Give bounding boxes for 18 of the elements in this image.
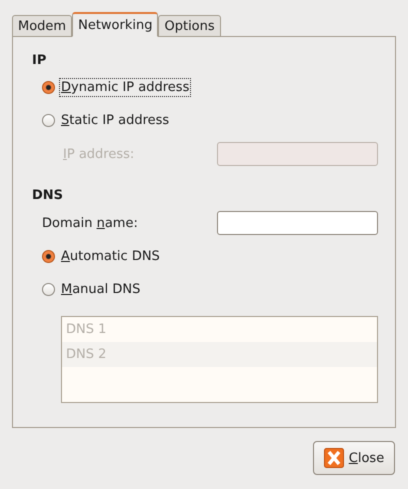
section-heading: IP [31,52,48,70]
radio-button[interactable] [42,283,55,296]
tab[interactable]: Networking [72,12,158,37]
domain-name-field[interactable] [217,211,378,235]
radio-button[interactable] [42,114,55,127]
close-button[interactable]: Close [313,441,395,475]
tab[interactable]: Modem [12,15,72,37]
field-label: Domain name: [42,216,138,230]
radio-button[interactable] [42,81,55,94]
close-icon [324,448,344,468]
section-heading: DNS [31,186,64,204]
radio-button[interactable] [42,250,55,263]
radio-label[interactable]: Static IP address [59,111,172,130]
radio-label[interactable]: Dynamic IP address [59,78,192,97]
radio-label[interactable]: Automatic DNS [59,247,162,266]
tab[interactable]: Options [158,15,221,37]
radio-label[interactable]: Manual DNS [59,280,142,299]
field-label: IP address: [63,146,134,162]
